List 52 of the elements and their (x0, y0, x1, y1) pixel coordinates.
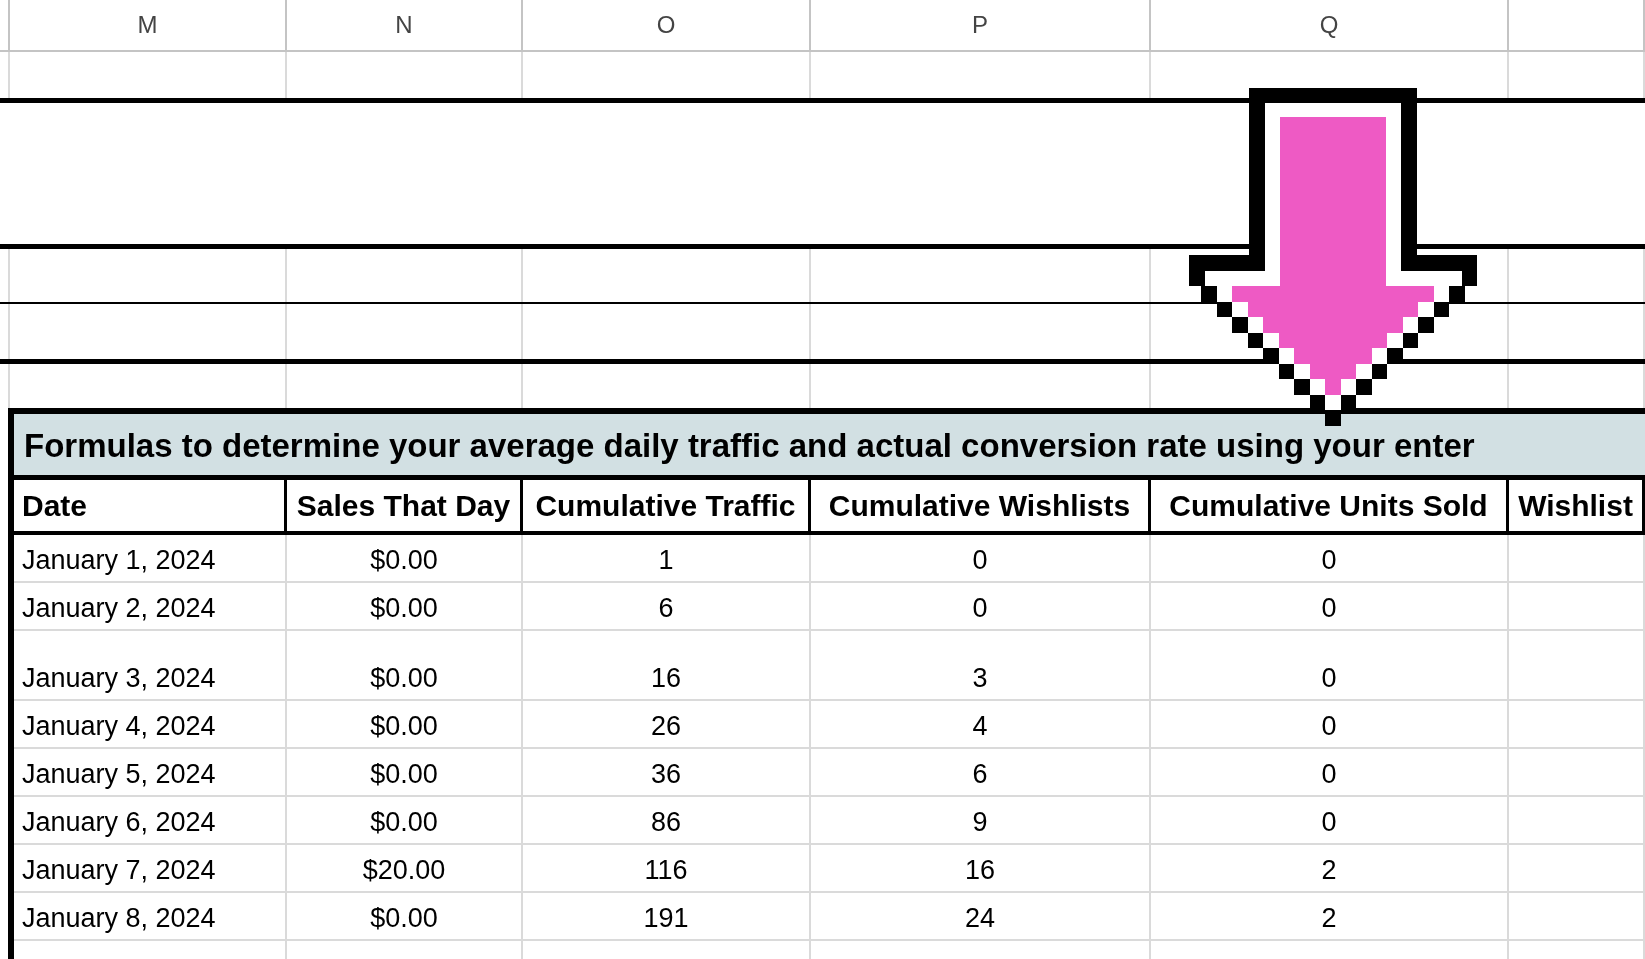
table-cell: $0.00 (287, 797, 523, 843)
column-heading: Cumulative Traffic (523, 480, 811, 531)
table-cell: January 2, 2024 (14, 583, 287, 629)
table-cell: 116 (523, 845, 811, 891)
table-cell: January 6, 2024 (14, 797, 287, 843)
column-header[interactable]: O (523, 0, 811, 50)
table-cell: 3 (811, 631, 1151, 699)
table-cell: $0.00 (287, 749, 523, 795)
column-heading: Cumulative Wishlists (811, 480, 1151, 531)
column-header[interactable]: N (287, 0, 523, 50)
column-header[interactable]: M (10, 0, 287, 50)
table-cell: 0 (811, 535, 1151, 581)
column-heading: Wishlist (1509, 480, 1645, 531)
table-cell: $0.00 (287, 701, 523, 747)
table-cell: 6 (523, 583, 811, 629)
table-cell: 86 (523, 797, 811, 843)
table-cell: January 4, 2024 (14, 701, 287, 747)
column-heading: Date (14, 480, 287, 531)
table-cell: 1 (523, 535, 811, 581)
column-header[interactable]: P (811, 0, 1151, 50)
table-cell: January 7, 2024 (14, 845, 287, 891)
table-cell: 6 (811, 749, 1151, 795)
table-cell: 191 (523, 893, 811, 939)
table-cell: 0 (1151, 535, 1509, 581)
table-cell: 36 (523, 749, 811, 795)
table-cell: $0.00 (287, 583, 523, 629)
table-cell: 0 (1151, 749, 1509, 795)
table-cell: January 1, 2024 (14, 535, 287, 581)
column-header[interactable]: Q (1151, 0, 1509, 50)
table-cell: $0.00 (287, 631, 523, 699)
table-cell: 0 (1151, 631, 1509, 699)
table-cell: 2 (1151, 845, 1509, 891)
table-cell: 16 (811, 845, 1151, 891)
table-cell: 26 (523, 701, 811, 747)
table-cell: 0 (1151, 583, 1509, 629)
table-cell: 24 (811, 893, 1151, 939)
table-cell: 16 (523, 631, 811, 699)
table-cell: 0 (1151, 701, 1509, 747)
table-cell: January 3, 2024 (14, 631, 287, 699)
column-heading: Sales That Day (287, 480, 523, 531)
table-cell: 0 (811, 583, 1151, 629)
table-cell: 0 (1151, 797, 1509, 843)
table-cell: 2 (1151, 893, 1509, 939)
table-cell: $0.00 (287, 535, 523, 581)
table-cell: 9 (811, 797, 1151, 843)
table-cell: January 8, 2024 (14, 893, 287, 939)
table-cell: January 5, 2024 (14, 749, 287, 795)
table-cell: 4 (811, 701, 1151, 747)
table-cell: $0.00 (287, 893, 523, 939)
table-cell: $20.00 (287, 845, 523, 891)
column-heading: Cumulative Units Sold (1151, 480, 1509, 531)
table-title: Formulas to determine your average daily traffic and actual conversion rate using your enter (24, 428, 1475, 464)
